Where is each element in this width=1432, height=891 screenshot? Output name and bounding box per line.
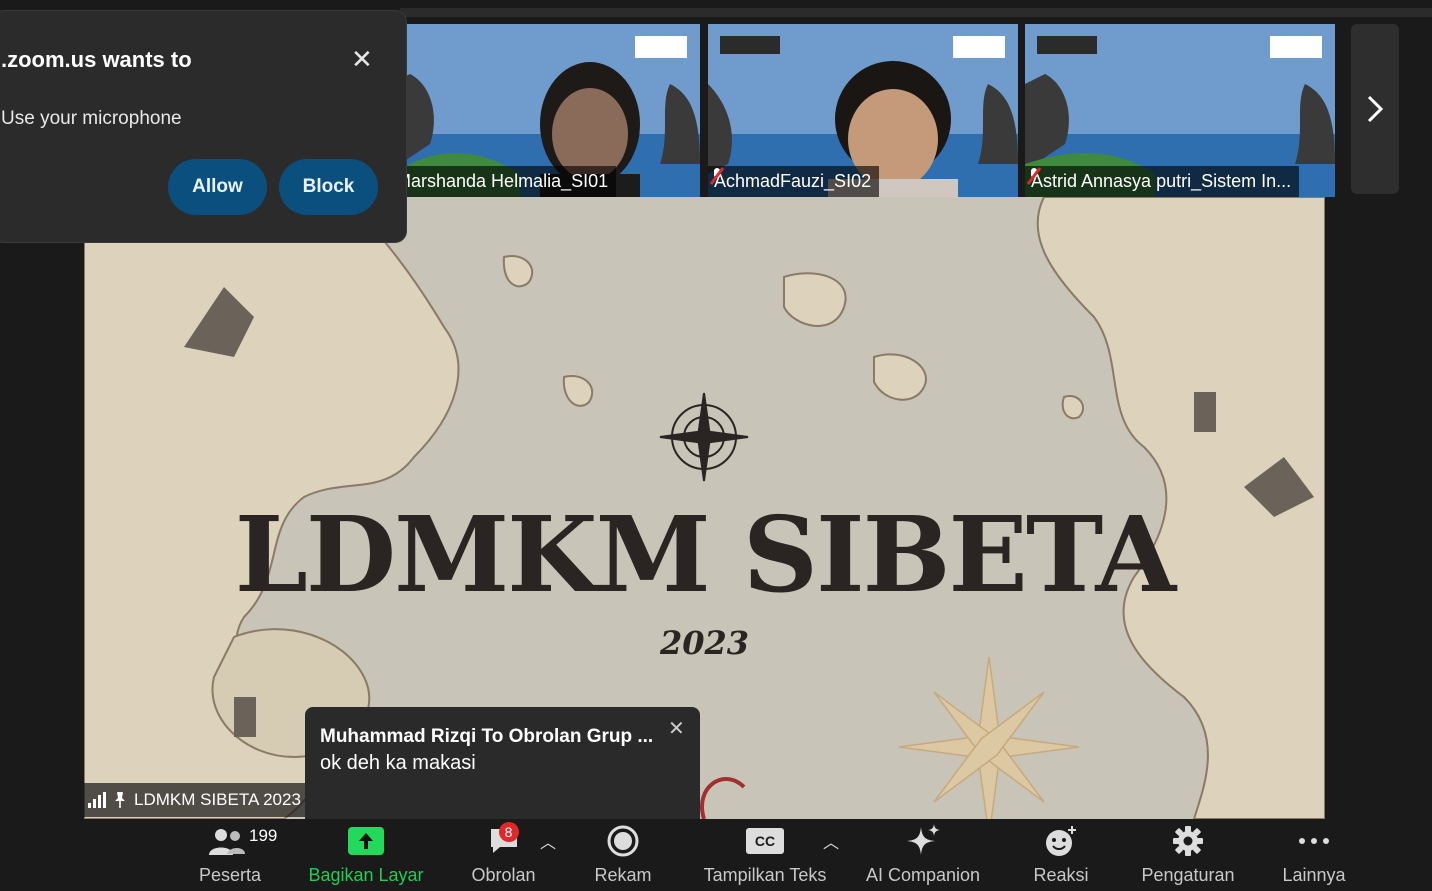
more-label: Lainnya [1282,865,1346,885]
participants-label: Peserta [198,865,262,885]
close-icon[interactable]: ✕ [351,44,373,75]
participants-button[interactable]: 199 Peserta [195,819,277,891]
chat-button[interactable]: 8 Obrolan [466,819,541,891]
permission-popup: .zoom.us wants to ✕ Use your microphone … [0,10,407,243]
svg-text:CC: CC [755,833,775,849]
share-screen-label: Bagikan Layar [308,865,424,885]
record-icon [607,825,639,857]
participant-name-text: AchmadFauzi_SI02 [714,171,872,191]
video-tile[interactable]: AchmadFauzi_SI02 [708,24,1018,197]
close-icon[interactable]: ✕ [668,716,685,741]
chat-badge: 8 [498,822,519,842]
video-tile[interactable]: Astrid Annasya putri_Sistem In... [1025,24,1335,197]
meeting-toolbar: 199 Peserta Bagikan Layar 8 Obrolan ︿ Re… [0,819,1432,891]
share-label: LDMKM SIBETA 2023 [84,783,311,817]
participants-count: 199 [249,826,278,845]
allow-button[interactable]: Allow [168,159,267,215]
reactions-button[interactable]: Reaksi [1030,819,1092,891]
mic-muted-icon [709,167,725,185]
chevron-right-icon [1367,95,1384,123]
reactions-label: Reaksi [1033,865,1089,885]
participant-name-text: Marshanda Helmalia_SI01 [396,171,609,191]
ai-companion-label: AI Companion [865,865,981,885]
participant-name-text: Astrid Annasya putri_Sistem In... [1031,171,1292,191]
closed-captions-icon: CC [746,828,784,854]
shared-screen-year: 2023 [659,624,750,662]
participant-name: AchmadFauzi_SI02 [708,166,880,197]
chat-message: ok deh ka makasi [320,752,476,774]
chevron-up-icon[interactable]: ︿ [823,829,839,853]
chat-label: Obrolan [471,865,536,885]
mic-muted-icon [1026,167,1042,185]
settings-button[interactable]: Pengaturan [1138,819,1238,891]
participant-name: Astrid Annasya putri_Sistem In... [1025,166,1300,197]
sparkle-icon [907,824,940,855]
participant-name: Marshanda Helmalia_SI01 [390,166,617,197]
captions-label: Tampilkan Teks [703,865,827,885]
signal-strength-icon [88,792,106,808]
share-screen-button[interactable]: Bagikan Layar [306,819,426,891]
top-divider [400,8,1432,17]
permission-item: Use your microphone [1,108,182,129]
share-label-text: LDMKM SIBETA 2023 [134,790,301,809]
captions-button[interactable]: CC Tampilkan Teks [700,819,830,891]
more-dots-icon [1299,838,1329,844]
shared-screen-title: LDMKM SIBETA [234,493,1176,616]
chat-notification[interactable]: Muhammad Rizqi To Obrolan Grup ... ok de… [305,707,700,819]
chat-sender: Muhammad Rizqi To Obrolan Grup ... [320,726,654,747]
chevron-up-icon[interactable]: ︿ [540,829,556,853]
gear-icon [1173,826,1203,856]
more-button[interactable]: Lainnya [1279,819,1349,891]
share-screen-icon [348,827,384,855]
reaction-icon [1046,826,1076,856]
record-label: Rekam [594,865,652,885]
shared-screen[interactable]: LDMKM SIBETA 2023 [84,197,1325,819]
ai-companion-button[interactable]: AI Companion [862,819,984,891]
pin-icon [115,792,125,808]
next-page-button[interactable] [1351,24,1399,194]
block-button[interactable]: Block [279,159,378,215]
permission-title: .zoom.us wants to [1,47,192,72]
participants-icon [209,829,245,855]
settings-label: Pengaturan [1141,865,1235,885]
video-tile[interactable]: Marshanda Helmalia_SI01 [390,24,700,197]
record-button[interactable]: Rekam [592,819,654,891]
